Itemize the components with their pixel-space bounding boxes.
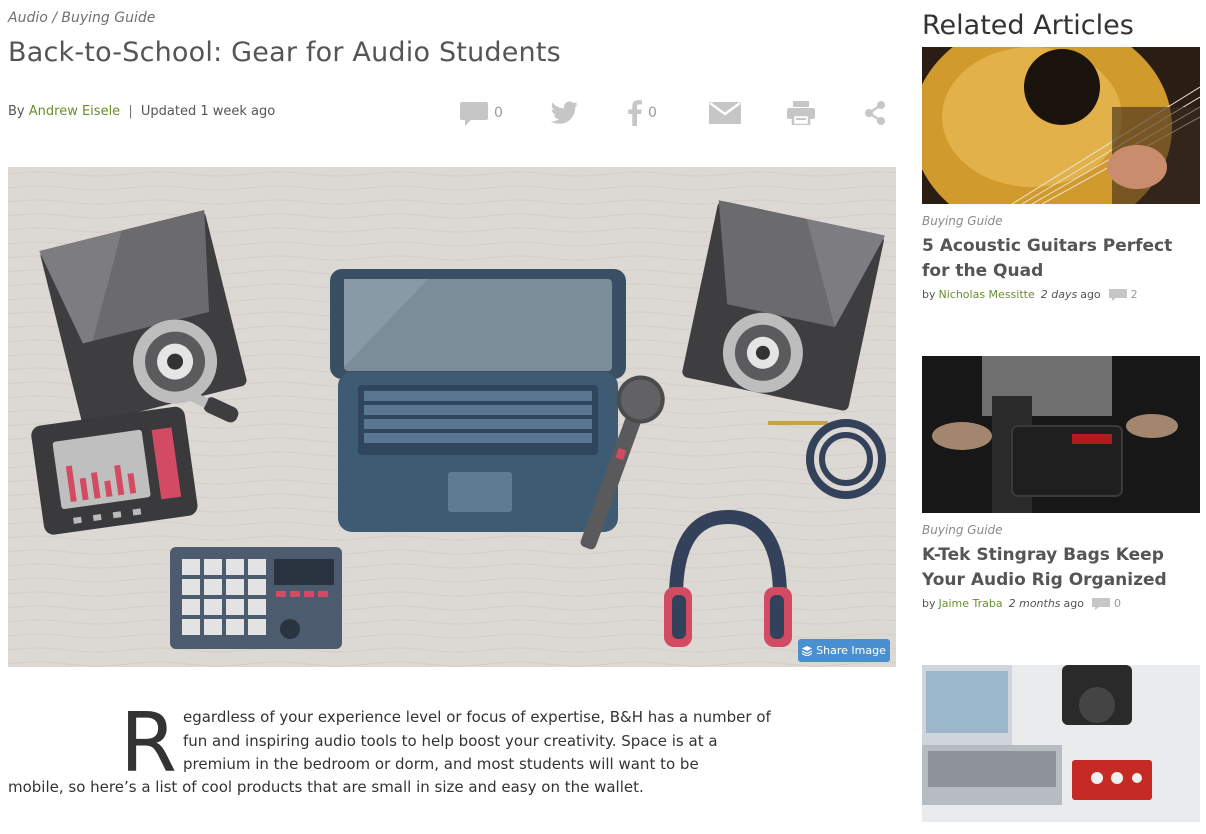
related-article-card[interactable] <box>922 665 1200 822</box>
share-bar: 0 0 <box>456 98 892 128</box>
audio-interface-thumbnail[interactable] <box>922 665 1200 822</box>
card-meta: by Nicholas Messitte 2 days ago 2 <box>922 288 1200 301</box>
card-by: by <box>922 288 936 301</box>
article-lead-paragraph: R egardless of your experience level or … <box>118 696 778 791</box>
facebook-count: 0 <box>648 105 657 121</box>
card-author-link[interactable]: Jaime Traba <box>939 597 1003 610</box>
updated-time: Updated 1 week ago <box>140 104 276 119</box>
card-title[interactable]: K-Tek Stingray Bags Keep Your Audio Rig … <box>922 543 1200 593</box>
share-image-button[interactable]: Share Image <box>798 639 890 662</box>
author-link[interactable]: Andrew Eisele <box>29 104 120 119</box>
card-author-link[interactable]: Nicholas Messitte <box>939 288 1035 301</box>
byline-separator: | <box>128 104 133 119</box>
twitter-icon <box>551 101 578 124</box>
comment-icon <box>460 102 488 126</box>
related-articles-heading: Related Articles <box>922 10 1134 41</box>
facebook-icon <box>628 100 642 126</box>
card-by: by <box>922 597 936 610</box>
share-image-label: Share Image <box>816 644 886 657</box>
print-icon <box>787 101 815 125</box>
guitar-thumbnail[interactable] <box>922 47 1200 204</box>
share-button[interactable] <box>864 98 886 128</box>
article-title: Back-to-School: Gear for Audio Students <box>8 37 561 68</box>
twitter-button[interactable] <box>551 98 579 128</box>
card-category[interactable]: Buying Guide <box>922 523 1200 537</box>
dropcap: R <box>120 696 177 791</box>
byline-prefix: By <box>8 104 25 119</box>
related-article-card[interactable]: Buying Guide 5 Acoustic Guitars Perfect … <box>922 47 1200 301</box>
laptop-illustration <box>330 269 626 532</box>
card-category[interactable]: Buying Guide <box>922 214 1200 228</box>
card-time-suffix: ago <box>1080 288 1101 301</box>
email-icon <box>709 102 741 124</box>
card-time: 2 months <box>1008 597 1061 610</box>
card-meta: by Jaime Traba 2 months ago 0 <box>922 597 1200 610</box>
layers-icon <box>802 645 813 656</box>
byline: By Andrew Eisele | Updated 1 week ago <box>8 104 275 119</box>
card-title[interactable]: 5 Acoustic Guitars Perfect for the Quad <box>922 234 1200 284</box>
lead-continuation: mobile, so here’s a list of cool product… <box>8 778 644 796</box>
card-time: 2 days <box>1040 288 1078 301</box>
comment-icon <box>1092 597 1110 610</box>
facebook-button[interactable]: 0 <box>628 98 657 128</box>
lead-first-lines: egardless of your experience level or fo… <box>182 708 771 773</box>
camera-bag-thumbnail[interactable] <box>922 356 1200 513</box>
recorder-illustration <box>31 406 198 535</box>
comments-count: 0 <box>494 105 503 121</box>
print-button[interactable] <box>787 98 815 128</box>
comments-button[interactable]: 0 <box>460 98 503 128</box>
breadcrumb[interactable]: Audio / Buying Guide <box>8 10 155 26</box>
email-button[interactable] <box>709 98 741 128</box>
card-comment-count: 2 <box>1130 288 1138 301</box>
card-time-suffix: ago <box>1063 597 1084 610</box>
comment-icon <box>1108 288 1127 301</box>
related-article-card[interactable]: Buying Guide K-Tek Stingray Bags Keep Yo… <box>922 356 1200 610</box>
share-icon <box>865 101 885 125</box>
card-comment-count: 0 <box>1114 597 1121 610</box>
drum-machine-illustration <box>170 547 342 649</box>
hero-image <box>8 167 896 667</box>
